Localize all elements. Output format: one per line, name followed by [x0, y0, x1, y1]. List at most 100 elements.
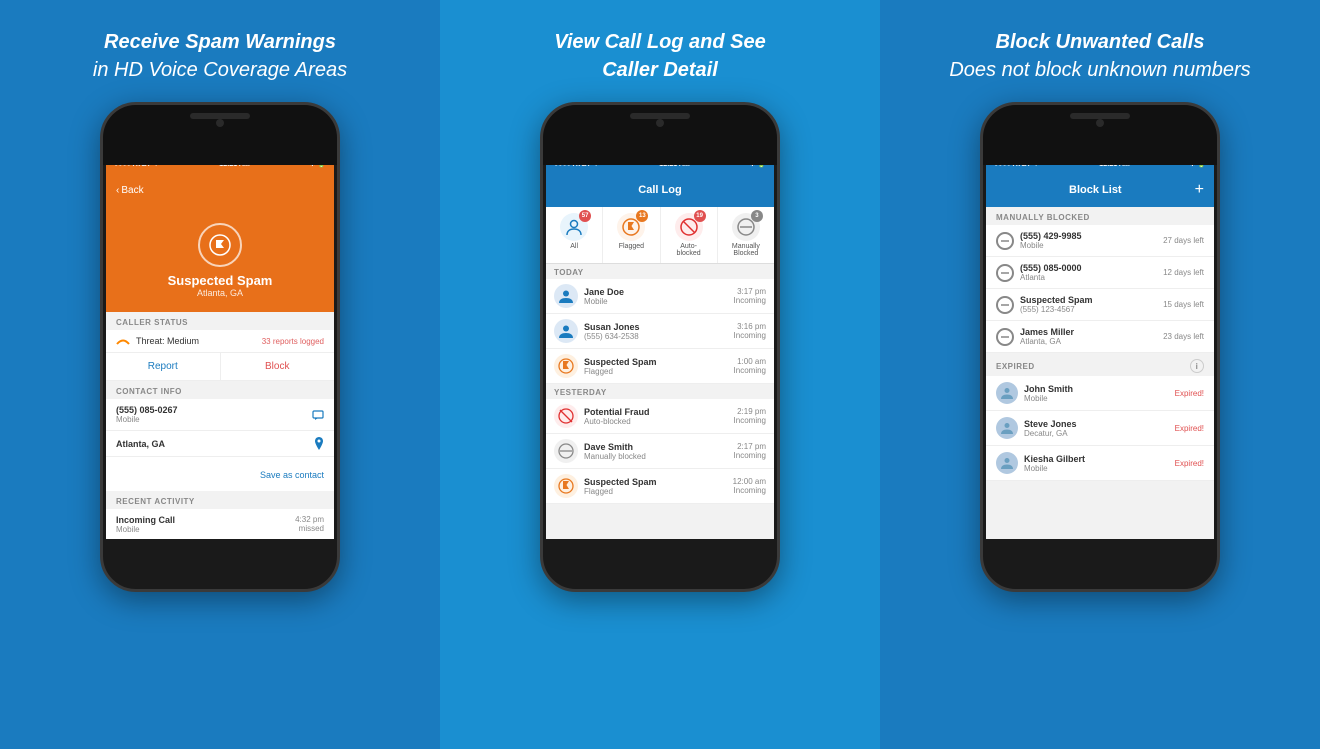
kiesha-gilbert-person-icon: [1000, 456, 1014, 470]
save-contact-row: Save as contact: [106, 457, 334, 491]
call-suspected-spam-today[interactable]: Suspected Spam Flagged 1:00 am Incoming: [546, 349, 774, 384]
call-jane-doe[interactable]: Jane Doe Mobile 3:17 pm Incoming: [546, 279, 774, 314]
save-contact-link[interactable]: Save as contact: [260, 470, 324, 480]
fraud-icon: [554, 404, 578, 428]
day-yesterday: YESTERDAY: [546, 384, 774, 399]
block-icon-4: [996, 328, 1014, 346]
filter-tabs: 57 All 13 Flagged: [546, 207, 774, 264]
phone-contact-row: (555) 085-0267 Mobile: [106, 399, 334, 431]
susan-jones-time: 3:16 pm Incoming: [734, 322, 766, 340]
steve-jones-avatar: [996, 417, 1018, 439]
block-button[interactable]: Block: [221, 353, 335, 380]
status-bar-3: ●●●● AT&T ▼ 12:21 AM ✱ 🔋: [986, 155, 1214, 173]
panel-3-title: Block Unwanted Calls Does not block unkn…: [949, 28, 1250, 84]
signal-3: ✱ 🔋: [1189, 160, 1206, 168]
susan-jones-info: Susan Jones (555) 634-2538: [584, 322, 728, 341]
john-smith-info: John Smith Mobile: [1024, 384, 1169, 403]
nav-title-3: Block List: [996, 184, 1195, 196]
john-smith-avatar: [996, 382, 1018, 404]
threat-item: Threat: Medium 33 reports logged: [106, 330, 334, 353]
spam-yest-icon: [554, 474, 578, 498]
phone-3: ●●●● AT&T ▼ 12:21 AM ✱ 🔋 Block List + MA…: [980, 102, 1220, 592]
phone-type: Mobile: [116, 415, 178, 424]
location-contact-row: Atlanta, GA: [106, 431, 334, 457]
blocked-555-429-info: (555) 429-9985 Mobile: [1020, 231, 1157, 250]
spam-today-info: Suspected Spam Flagged: [584, 357, 728, 376]
time-1: 12:21 AM: [219, 161, 249, 168]
steve-jones-status: Expired!: [1175, 424, 1204, 433]
steve-jones-info: Steve Jones Decatur, GA: [1024, 419, 1169, 438]
flagged-badge: 13: [636, 210, 648, 222]
all-label: All: [570, 243, 578, 250]
block-icon-3: [996, 296, 1014, 314]
phone-camera-2: [656, 119, 664, 127]
no-entry-icon-2: [1000, 268, 1010, 278]
kiesha-gilbert-avatar: [996, 452, 1018, 474]
blocked-555-429: (555) 429-9985 Mobile 27 days left: [986, 225, 1214, 257]
panel-2-title: View Call Log and SeeCaller Detail: [554, 28, 766, 84]
blocked-suspected-spam: Suspected Spam (555) 123-4567 15 days le…: [986, 289, 1214, 321]
expired-info-icon[interactable]: i: [1190, 359, 1204, 373]
blocked-555-085: (555) 085-0000 Atlanta 12 days left: [986, 257, 1214, 289]
autoblocked-badge: 19: [694, 210, 706, 222]
screen-1: ●●●● AT&T ▼ 12:21 AM ✱ 🔋 ‹ Back: [106, 155, 334, 539]
location-icon: [314, 437, 324, 450]
panel-1-title: Receive Spam Warnings in HD Voice Covera…: [93, 28, 347, 84]
time-3: 12:21 AM: [1099, 161, 1129, 168]
block-icon-1: [996, 232, 1014, 250]
phone-1: ●●●● AT&T ▼ 12:21 AM ✱ 🔋 ‹ Back: [100, 102, 340, 592]
section-expired: EXPIRED i: [986, 353, 1214, 376]
threat-arc-icon: [116, 337, 130, 345]
jane-doe-info: Jane Doe Mobile: [584, 287, 728, 306]
spam-yest-info: Suspected Spam Flagged: [584, 477, 727, 496]
flag-yest-icon: [558, 478, 574, 494]
person-icon-2: [558, 323, 574, 339]
section-caller-status: CALLER STATUS: [106, 312, 334, 330]
spam-yest-time: 12:00 am Incoming: [733, 477, 766, 495]
time-2: 12:21 AM: [659, 161, 689, 168]
filter-all[interactable]: 57 All: [546, 207, 603, 263]
panel-spam-warning: Receive Spam Warnings in HD Voice Covera…: [0, 0, 440, 749]
report-button[interactable]: Report: [106, 353, 221, 380]
call-susan-jones[interactable]: Susan Jones (555) 634-2538 3:16 pm Incom…: [546, 314, 774, 349]
call-dave-smith[interactable]: Dave Smith Manually blocked 2:17 pm Inco…: [546, 434, 774, 469]
carrier-2: ●●●● AT&T ▼: [554, 161, 600, 168]
recent-call-type: Incoming Call: [116, 515, 175, 525]
block-icon-2: [996, 264, 1014, 282]
no-entry-icon-1: [1000, 236, 1010, 246]
blocked-red-icon: [558, 408, 574, 424]
phone-camera-3: [1096, 119, 1104, 127]
signal-2: ✱ 🔋: [749, 160, 766, 168]
blocked-james-days: 23 days left: [1163, 332, 1204, 341]
section-contact-info: CONTACT INFO: [106, 381, 334, 399]
kiesha-gilbert-status: Expired!: [1175, 459, 1204, 468]
back-button-1[interactable]: ‹ Back: [116, 185, 144, 196]
flag-call-icon: [558, 358, 574, 374]
day-today: TODAY: [546, 264, 774, 279]
nav-bar-2: Call Log: [546, 173, 774, 207]
manualblocked-badge: 3: [751, 210, 763, 222]
fraud-info: Potential Fraud Auto-blocked: [584, 407, 728, 426]
flagged-label: Flagged: [619, 243, 644, 250]
nav-bar-3: Block List +: [986, 173, 1214, 207]
call-potential-fraud[interactable]: Potential Fraud Auto-blocked 2:19 pm Inc…: [546, 399, 774, 434]
recent-call-item: Incoming Call Mobile 4:32 pm missed: [106, 509, 334, 539]
expired-steve-jones: Steve Jones Decatur, GA Expired!: [986, 411, 1214, 446]
add-block-button[interactable]: +: [1195, 181, 1204, 199]
spam-flag-avatar: [554, 354, 578, 378]
person-icon: [558, 288, 574, 304]
spam-caller-location: Atlanta, GA: [197, 288, 243, 298]
phone-number: (555) 085-0267: [116, 405, 178, 415]
action-row: Report Block: [106, 353, 334, 381]
dave-info: Dave Smith Manually blocked: [584, 442, 728, 461]
spam-caller-name: Suspected Spam: [168, 273, 273, 288]
call-suspected-spam-yest[interactable]: Suspected Spam Flagged 12:00 am Incoming: [546, 469, 774, 504]
blocked-james-miller: James Miller Atlanta, GA 23 days left: [986, 321, 1214, 353]
panel-call-log: View Call Log and SeeCaller Detail ●●●● …: [440, 0, 880, 749]
filter-flagged[interactable]: 13 Flagged: [603, 207, 660, 263]
filter-manualblocked[interactable]: 3 ManuallyBlocked: [718, 207, 774, 263]
filter-autoblocked[interactable]: 19 Auto-blocked: [661, 207, 718, 263]
nav-title-2: Call Log: [556, 184, 764, 196]
autoblocked-label: Auto-blocked: [677, 243, 701, 257]
nav-bar-1: ‹ Back: [106, 173, 334, 207]
